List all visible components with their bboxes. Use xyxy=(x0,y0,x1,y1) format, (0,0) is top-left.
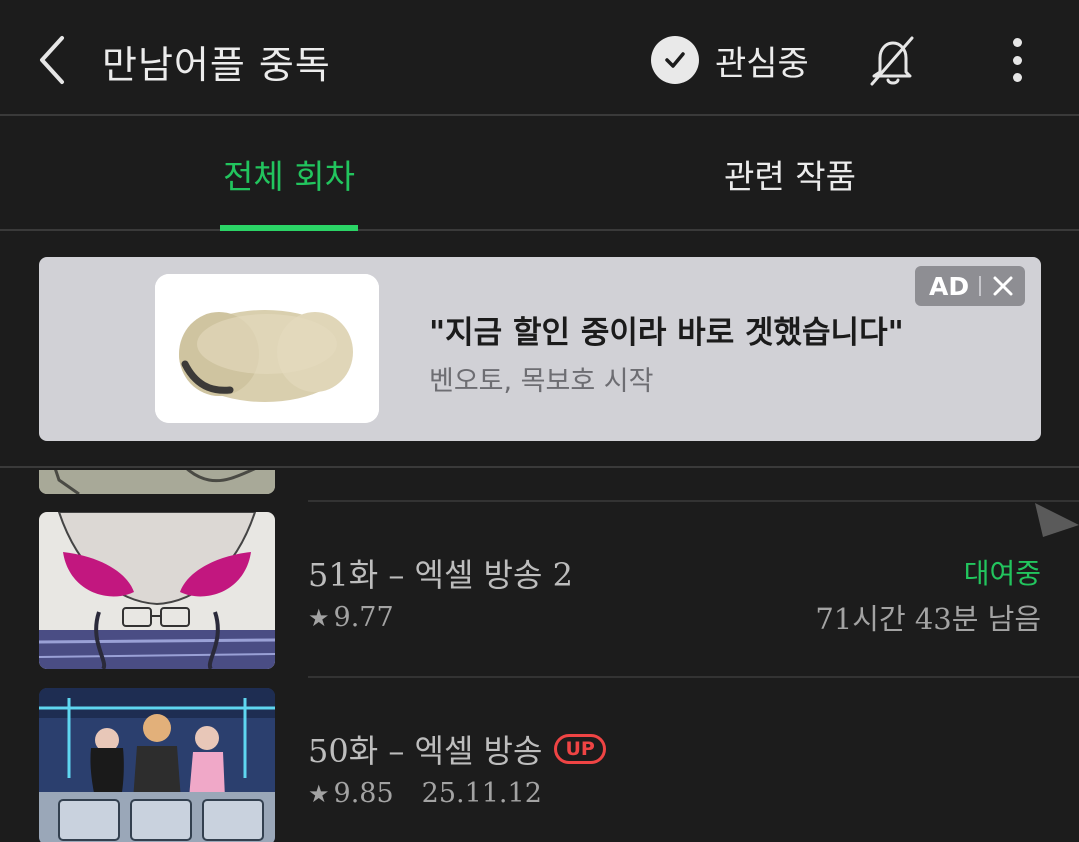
episode-thumbnail xyxy=(39,688,275,842)
episode-tabs: 전체 회차 관련 작품 xyxy=(0,118,1079,231)
episode-list: 51화 – 엑셀 방송 2 ★ 9.77 대여중 71시간 43분 남음 50화… xyxy=(0,470,1079,842)
episode-row-50[interactable]: 50화 – 엑셀 방송 UP ★ 9.85 25.11.12 xyxy=(0,688,1079,842)
more-dot xyxy=(1012,73,1022,82)
episode-rating: 9.77 xyxy=(333,602,394,633)
episode-row-51[interactable]: 51화 – 엑셀 방송 2 ★ 9.77 대여중 71시간 43분 남음 xyxy=(0,512,1079,672)
episode-title: 51화 – 엑셀 방송 2 xyxy=(308,556,573,594)
ad-badge-divider xyxy=(979,276,982,296)
episode-date: 25.11.12 xyxy=(421,778,542,809)
tab-related-works[interactable]: 관련 작품 xyxy=(700,118,880,229)
rental-status: 대여중 xyxy=(963,557,1041,590)
episode-rating: 9.85 xyxy=(333,778,394,809)
ad-section: "지금 할인 중이라 바로 겟했습니다" 벤오토, 목보호 시작 AD xyxy=(0,233,1079,468)
tab-all-episodes[interactable]: 전체 회차 xyxy=(220,118,358,231)
row-divider xyxy=(308,500,1079,502)
more-vertical-icon xyxy=(1012,38,1022,47)
chevron-left-icon xyxy=(40,36,64,84)
back-button[interactable] xyxy=(28,30,78,90)
episode-meta: ★ 9.77 xyxy=(308,602,394,633)
episode-title-row: 50화 – 엑셀 방송 UP xyxy=(308,726,606,772)
more-dot xyxy=(1012,55,1022,65)
ad-subtext: 벤오토, 목보호 시작 xyxy=(429,366,654,397)
page-title: 만남어플 중독 xyxy=(102,43,331,87)
follow-label: 관심중 xyxy=(715,43,809,84)
episode-title: 50화 – 엑셀 방송 xyxy=(308,732,543,770)
tab-label: 관련 작품 xyxy=(724,156,856,196)
ad-banner[interactable]: "지금 할인 중이라 바로 겟했습니다" 벤오토, 목보호 시작 AD xyxy=(39,257,1041,441)
rental-remaining: 71시간 43분 남음 xyxy=(815,602,1041,636)
star-icon: ★ xyxy=(308,779,330,808)
ad-product-image xyxy=(155,274,379,423)
up-badge: UP xyxy=(554,734,606,764)
app-header: 만남어플 중독 관심중 xyxy=(0,0,1079,116)
notification-toggle-button[interactable] xyxy=(862,32,922,90)
ad-label: AD xyxy=(929,271,970,301)
check-circle-icon xyxy=(651,36,699,84)
bell-off-icon xyxy=(870,36,914,86)
ad-headline: "지금 할인 중이라 바로 겟했습니다" xyxy=(429,315,904,351)
row-divider xyxy=(308,676,1079,678)
episode-meta: ★ 9.85 25.11.12 xyxy=(308,778,542,809)
tab-label: 전체 회차 xyxy=(223,156,355,196)
more-options-button[interactable] xyxy=(995,34,1039,86)
follow-button[interactable]: 관심중 xyxy=(651,36,809,84)
ad-badge: AD xyxy=(915,266,1025,306)
episode-thumbnail xyxy=(39,512,275,669)
episode-thumbnail xyxy=(39,470,275,494)
star-icon: ★ xyxy=(308,603,330,632)
active-tab-indicator xyxy=(220,225,358,231)
close-icon[interactable] xyxy=(991,274,1015,298)
